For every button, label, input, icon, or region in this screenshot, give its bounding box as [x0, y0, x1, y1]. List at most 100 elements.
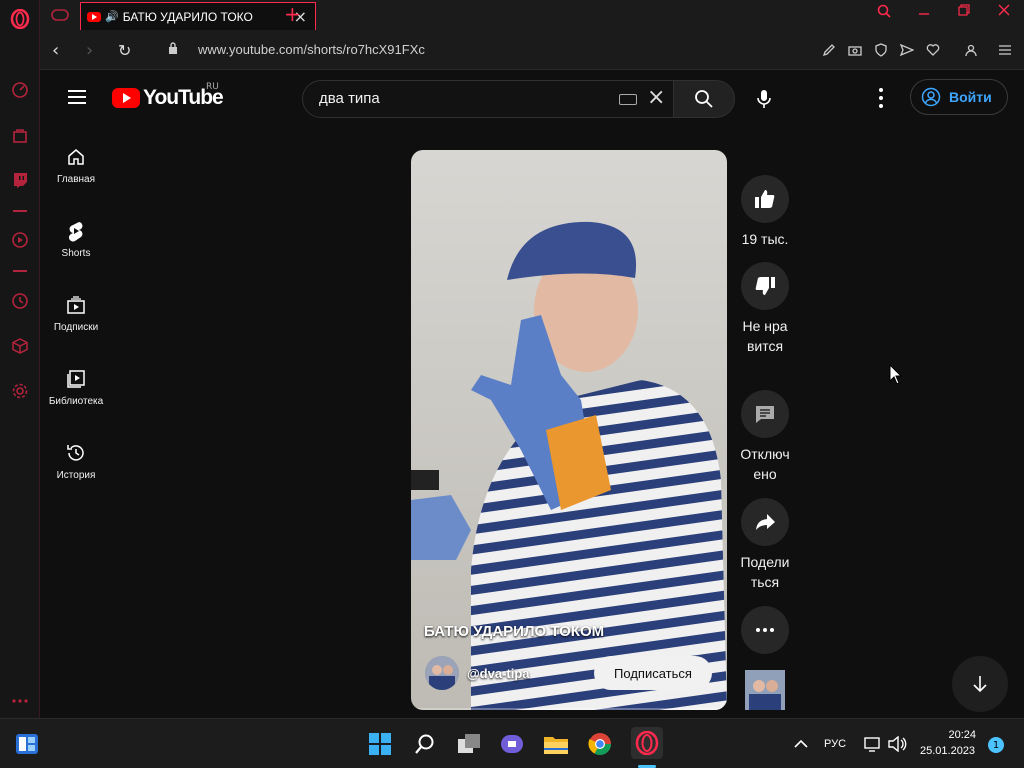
- search-input[interactable]: два типа ×: [302, 80, 674, 118]
- search-icon: [695, 90, 713, 108]
- opera-logo-icon[interactable]: [9, 8, 31, 30]
- teams-chat-icon[interactable]: [499, 731, 525, 757]
- search-taskbar-icon[interactable]: [412, 731, 438, 757]
- new-tab-button[interactable]: +: [284, 2, 301, 26]
- tab-active[interactable]: 🔊 БАТЮ УДАРИЛО ТОКО ×: [80, 2, 316, 30]
- nav-item-subscriptions[interactable]: Подписки: [40, 274, 112, 344]
- dislike-action[interactable]: Не нравится: [740, 262, 790, 356]
- thumbs-down-icon: [755, 277, 775, 295]
- share-action[interactable]: Поделиться: [740, 498, 790, 592]
- subscriptions-icon: [65, 294, 87, 316]
- camera-icon[interactable]: [846, 41, 864, 59]
- lock-icon: [169, 42, 177, 54]
- opera-gx-taskbar-icon[interactable]: [631, 727, 663, 759]
- like-action[interactable]: 19 тыс.: [740, 175, 790, 249]
- nav-item-shorts[interactable]: Shorts: [40, 200, 112, 270]
- signin-button[interactable]: Войти: [910, 79, 1008, 115]
- channel-info[interactable]: @dva-tipa: [425, 656, 530, 690]
- speed-dial-icon[interactable]: [9, 79, 31, 101]
- send-icon[interactable]: [898, 41, 916, 59]
- comment-icon: [756, 406, 774, 423]
- microphone-icon: [757, 90, 771, 108]
- more-options-button[interactable]: [741, 606, 789, 654]
- reload-button[interactable]: ↻: [118, 41, 131, 60]
- search-query: два типа: [319, 90, 380, 107]
- comments-button[interactable]: [741, 390, 789, 438]
- heart-icon[interactable]: [924, 41, 942, 59]
- widgets-icon[interactable]: [14, 731, 40, 757]
- nav-item-library[interactable]: Библиотека: [40, 348, 112, 418]
- sound-source-thumbnail[interactable]: [745, 670, 785, 710]
- search-button[interactable]: [673, 80, 735, 118]
- tray-overflow-chevron-icon[interactable]: [788, 731, 814, 757]
- minimize-button[interactable]: [914, 4, 934, 20]
- channel-name[interactable]: @dva-tipa: [467, 666, 530, 681]
- arrow-down-icon: [973, 676, 987, 693]
- youtube-favicon-icon: [87, 11, 101, 22]
- more-action[interactable]: [740, 606, 790, 654]
- shopping-bag-icon[interactable]: [9, 124, 31, 146]
- channel-avatar[interactable]: [425, 656, 459, 690]
- tab-bar: 🔊 БАТЮ УДАРИЛО ТОКО × +: [40, 0, 1024, 30]
- easy-setup-icon[interactable]: [996, 41, 1014, 59]
- clock-date[interactable]: 25.01.2023: [920, 745, 975, 757]
- url-field[interactable]: www.youtube.com/shorts/ro7hcX91FXc: [198, 42, 425, 57]
- thumbs-up-icon: [755, 190, 775, 208]
- dislike-label: Не нравится: [742, 318, 788, 354]
- next-short-button[interactable]: [952, 656, 1008, 712]
- twitch-icon[interactable]: [9, 169, 31, 191]
- settings-more-icon[interactable]: [878, 88, 884, 108]
- volume-icon[interactable]: [884, 731, 910, 757]
- youtube-play-icon: [112, 88, 140, 108]
- tab-title: БАТЮ УДАРИЛО ТОКО: [122, 9, 253, 24]
- back-button[interactable]: ‹: [52, 40, 59, 61]
- edit-icon[interactable]: [820, 41, 838, 59]
- player-icon[interactable]: [9, 229, 31, 251]
- forward-button[interactable]: ›: [86, 40, 93, 61]
- subscribe-button[interactable]: Подписаться: [594, 656, 712, 690]
- menu-icon[interactable]: [68, 90, 86, 104]
- notification-badge[interactable]: 1: [988, 737, 1004, 753]
- input-language[interactable]: РУС: [824, 738, 846, 750]
- shorts-video-player[interactable]: БАТЮ УДАРИЛО ТОКОМ @dva-tipa Подписаться: [411, 150, 727, 710]
- keyboard-icon[interactable]: [619, 94, 637, 105]
- nav-item-history[interactable]: История: [40, 422, 112, 492]
- file-explorer-icon[interactable]: [543, 731, 569, 757]
- close-window-button[interactable]: [994, 4, 1014, 20]
- start-icon[interactable]: [367, 731, 393, 757]
- comments-action[interactable]: Отключено: [740, 390, 790, 484]
- share-button[interactable]: [741, 498, 789, 546]
- like-count: 19 тыс.: [741, 231, 789, 247]
- opera-sidebar: [0, 0, 40, 718]
- dislike-button[interactable]: [741, 262, 789, 310]
- share-icon: [756, 514, 775, 530]
- nav-label: Библиотека: [48, 396, 104, 407]
- account-icon: [921, 87, 941, 107]
- restore-button[interactable]: [954, 4, 974, 20]
- nav-label: Главная: [56, 174, 96, 185]
- clock-time[interactable]: 20:24: [944, 729, 976, 741]
- settings-gear-icon[interactable]: [9, 380, 31, 402]
- adblock-shield-icon[interactable]: [872, 41, 890, 59]
- gamepad-icon[interactable]: [48, 5, 72, 25]
- history-clock-icon[interactable]: [9, 290, 31, 312]
- speaker-icon[interactable]: 🔊: [105, 10, 119, 23]
- library-icon: [65, 368, 87, 390]
- task-view-icon[interactable]: [456, 731, 482, 757]
- network-icon[interactable]: [860, 731, 886, 757]
- search-tabs-icon[interactable]: [874, 4, 894, 22]
- video-progress-bar[interactable]: [411, 708, 727, 710]
- profile-icon[interactable]: [962, 41, 980, 59]
- clear-search-icon[interactable]: ×: [647, 85, 665, 110]
- youtube-header: YouTube RU два типа × Войти: [40, 70, 1024, 126]
- chrome-icon[interactable]: [587, 731, 613, 757]
- youtube-logo[interactable]: YouTube RU: [112, 82, 224, 110]
- address-bar: ‹ › ↻ www.youtube.com/shorts/ro7hcX91FXc: [40, 30, 1024, 70]
- share-label: Поделиться: [740, 554, 790, 590]
- extensions-cube-icon[interactable]: [9, 335, 31, 357]
- nav-item-home[interactable]: Главная: [40, 126, 112, 196]
- more-dots-icon[interactable]: [9, 690, 31, 712]
- voice-search-button[interactable]: [745, 80, 783, 118]
- signin-label: Войти: [949, 89, 992, 105]
- like-button[interactable]: [741, 175, 789, 223]
